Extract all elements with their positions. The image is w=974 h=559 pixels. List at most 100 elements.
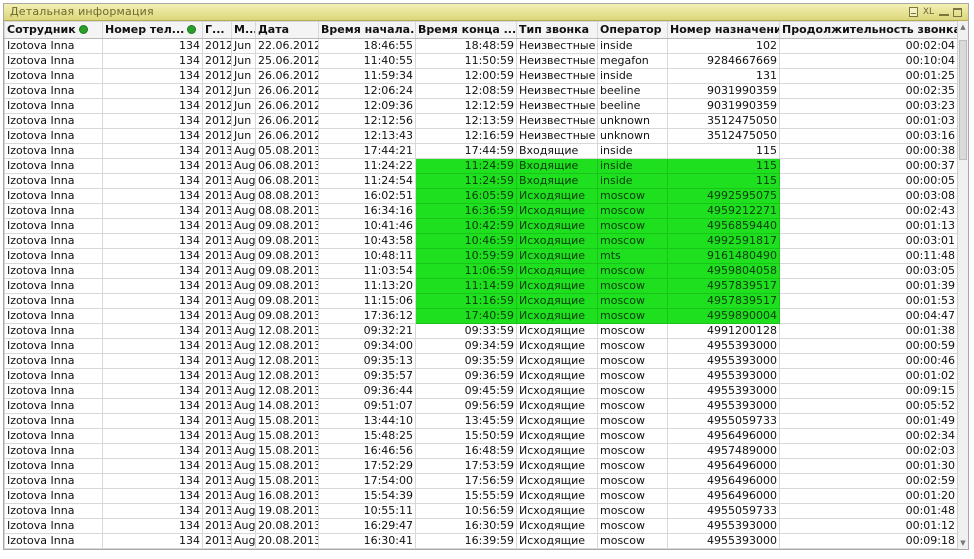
cell-date[interactable]: 20.08.2013 <box>255 533 319 549</box>
cell-end-time[interactable]: 17:56:59 <box>415 473 517 489</box>
table-row[interactable]: Izotova Inna 134 2013 Aug 08.08.2013 16:02:51… <box>4 188 958 204</box>
cell-duration[interactable]: 00:04:47 <box>779 308 958 324</box>
cell-date[interactable]: 09.08.2013 <box>255 233 319 249</box>
cell-year[interactable]: 2012 <box>202 128 232 144</box>
cell-call-type[interactable]: Исходящие <box>516 323 598 339</box>
cell-phone[interactable]: 134 <box>102 53 203 69</box>
cell-month[interactable]: Aug <box>231 428 256 444</box>
cell-end-time[interactable]: 11:06:59 <box>415 263 517 279</box>
cell-year[interactable]: 2013 <box>202 278 232 294</box>
cell-phone[interactable]: 134 <box>102 398 203 414</box>
table-row[interactable]: Izotova Inna 134 2013 Aug 12.08.2013 09:32:21… <box>4 323 958 339</box>
cell-duration[interactable]: 00:00:37 <box>779 158 958 174</box>
cell-employee[interactable]: Izotova Inna <box>4 533 103 549</box>
cell-employee[interactable]: Izotova Inna <box>4 38 103 54</box>
col-header-call-type[interactable]: Тип звонка <box>516 21 598 39</box>
cell-end-time[interactable]: 11:16:59 <box>415 293 517 309</box>
cell-date[interactable]: 15.08.2013 <box>255 458 319 474</box>
cell-duration[interactable]: 00:01:38 <box>779 323 958 339</box>
col-header-end-time[interactable]: Время конца ... <box>415 21 517 39</box>
cell-start-time[interactable]: 17:36:12 <box>318 308 416 324</box>
cell-end-time[interactable]: 11:50:59 <box>415 53 517 69</box>
cell-month[interactable]: Jun <box>231 68 256 84</box>
cell-duration[interactable]: 00:01:20 <box>779 488 958 504</box>
cell-operator[interactable]: moscow <box>597 413 668 429</box>
cell-operator[interactable]: moscow <box>597 188 668 204</box>
cell-date[interactable]: 16.08.2013 <box>255 488 319 504</box>
cell-end-time[interactable]: 18:48:59 <box>415 38 517 54</box>
cell-date[interactable]: 06.08.2013 <box>255 173 319 189</box>
cell-month[interactable]: Aug <box>231 173 256 189</box>
cell-end-time[interactable]: 12:00:59 <box>415 68 517 84</box>
cell-start-time[interactable]: 17:52:29 <box>318 458 416 474</box>
table-row[interactable]: Izotova Inna 134 2013 Aug 12.08.2013 09:34:00… <box>4 338 958 354</box>
cell-date[interactable]: 12.08.2013 <box>255 338 319 354</box>
cell-start-time[interactable]: 12:06:24 <box>318 83 416 99</box>
cell-operator[interactable]: moscow <box>597 368 668 384</box>
cell-destination[interactable]: 4955393000 <box>667 518 780 534</box>
cell-start-time[interactable]: 12:09:36 <box>318 98 416 114</box>
cell-call-type[interactable]: Исходящие <box>516 293 598 309</box>
cell-year[interactable]: 2013 <box>202 143 232 159</box>
cell-duration[interactable]: 00:03:05 <box>779 263 958 279</box>
cell-destination[interactable]: 4992591817 <box>667 233 780 249</box>
cell-month[interactable]: Aug <box>231 533 256 549</box>
cell-month[interactable]: Aug <box>231 233 256 249</box>
cell-call-type[interactable]: Исходящие <box>516 488 598 504</box>
cell-duration[interactable]: 00:00:38 <box>779 143 958 159</box>
cell-operator[interactable]: moscow <box>597 473 668 489</box>
cell-destination[interactable]: 4956496000 <box>667 428 780 444</box>
cell-month[interactable]: Aug <box>231 473 256 489</box>
table-row[interactable]: Izotova Inna 134 2012 Jun 26.06.2012 12:06:24… <box>4 83 958 99</box>
cell-end-time[interactable]: 10:59:59 <box>415 248 517 264</box>
cell-employee[interactable]: Izotova Inna <box>4 128 103 144</box>
cell-date[interactable]: 09.08.2013 <box>255 293 319 309</box>
cell-year[interactable]: 2013 <box>202 338 232 354</box>
cell-phone[interactable]: 134 <box>102 353 203 369</box>
cell-date[interactable]: 20.08.2013 <box>255 518 319 534</box>
cell-destination[interactable]: 4955393000 <box>667 383 780 399</box>
cell-operator[interactable]: inside <box>597 143 668 159</box>
cell-destination[interactable]: 9161480490 <box>667 248 780 264</box>
cell-operator[interactable]: moscow <box>597 503 668 519</box>
cell-phone[interactable]: 134 <box>102 38 203 54</box>
cell-month[interactable]: Aug <box>231 158 256 174</box>
cell-destination[interactable]: 4956496000 <box>667 488 780 504</box>
table-row[interactable]: Izotova Inna 134 2012 Jun 26.06.2012 12:09:36… <box>4 98 958 114</box>
cell-destination[interactable]: 4991200128 <box>667 323 780 339</box>
table-row[interactable]: Izotova Inna 134 2013 Aug 12.08.2013 09:36:44… <box>4 383 958 399</box>
cell-start-time[interactable]: 10:48:11 <box>318 248 416 264</box>
cell-duration[interactable]: 00:01:03 <box>779 113 958 129</box>
cell-start-time[interactable]: 15:48:25 <box>318 428 416 444</box>
cell-duration[interactable]: 00:03:16 <box>779 128 958 144</box>
cell-destination[interactable]: 9031990359 <box>667 83 780 99</box>
cell-duration[interactable]: 00:02:34 <box>779 428 958 444</box>
cell-start-time[interactable]: 09:34:00 <box>318 338 416 354</box>
cell-destination[interactable]: 4955393000 <box>667 398 780 414</box>
cell-phone[interactable]: 134 <box>102 413 203 429</box>
table-row[interactable]: Izotova Inna 134 2013 Aug 06.08.2013 11:24:54… <box>4 173 958 189</box>
cell-start-time[interactable]: 11:13:20 <box>318 278 416 294</box>
scroll-down-icon[interactable]: ▼ <box>958 537 968 549</box>
cell-destination[interactable]: 4955393000 <box>667 368 780 384</box>
cell-destination[interactable]: 9031990359 <box>667 98 780 114</box>
cell-start-time[interactable]: 13:44:10 <box>318 413 416 429</box>
cell-end-time[interactable]: 09:35:59 <box>415 353 517 369</box>
cell-end-time[interactable]: 09:34:59 <box>415 338 517 354</box>
table-row[interactable]: Izotova Inna 134 2012 Jun 26.06.2012 11:59:34… <box>4 68 958 84</box>
cell-year[interactable]: 2012 <box>202 53 232 69</box>
cell-end-time[interactable]: 09:45:59 <box>415 383 517 399</box>
cell-duration[interactable]: 00:02:43 <box>779 203 958 219</box>
scrollbar-thumb[interactable] <box>959 40 967 160</box>
cell-employee[interactable]: Izotova Inna <box>4 158 103 174</box>
cell-operator[interactable]: moscow <box>597 218 668 234</box>
table-row[interactable]: Izotova Inna 134 2013 Aug 20.08.2013 16:30:41… <box>4 533 958 549</box>
cell-phone[interactable]: 134 <box>102 248 203 264</box>
cell-duration[interactable]: 00:01:12 <box>779 518 958 534</box>
cell-year[interactable]: 2013 <box>202 173 232 189</box>
cell-month[interactable]: Aug <box>231 308 256 324</box>
cell-date[interactable]: 15.08.2013 <box>255 413 319 429</box>
cell-duration[interactable]: 00:03:08 <box>779 188 958 204</box>
cell-phone[interactable]: 134 <box>102 113 203 129</box>
cell-month[interactable]: Aug <box>231 218 256 234</box>
